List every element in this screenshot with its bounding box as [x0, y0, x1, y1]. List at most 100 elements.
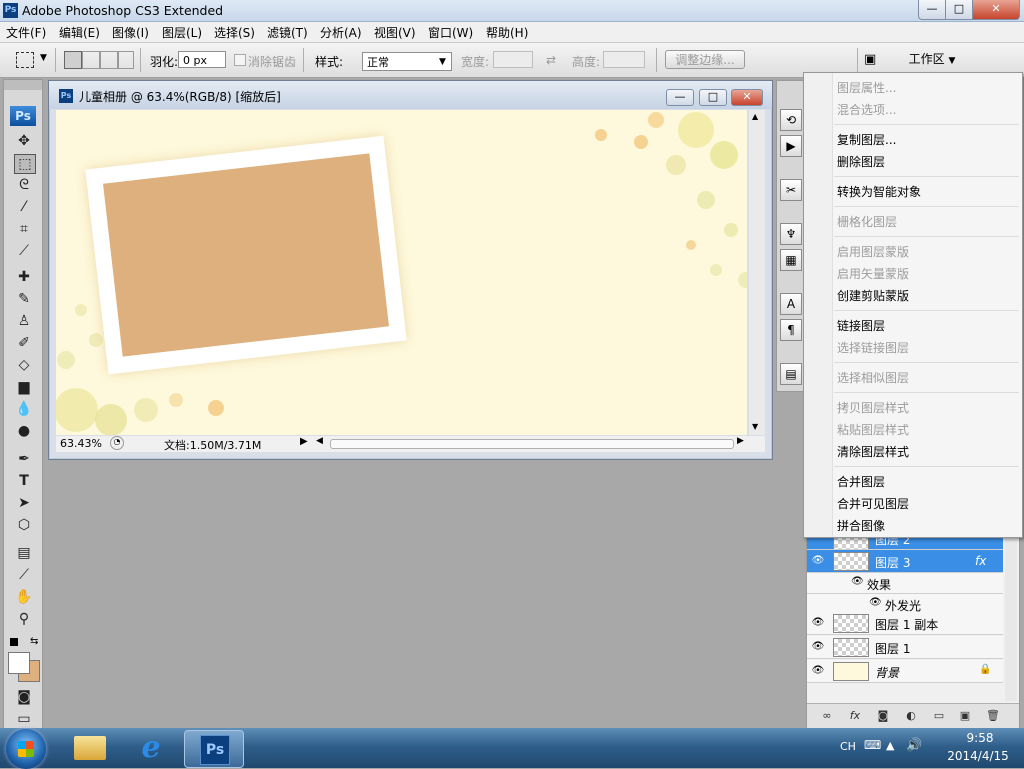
eyedropper-icon[interactable]: ⟋: [14, 566, 34, 584]
screen-mode-icon[interactable]: ▭: [14, 710, 34, 728]
menu-item-duplicate-layer[interactable]: 复制图层...: [837, 131, 896, 148]
menu-analysis[interactable]: 分析(A): [320, 24, 362, 41]
doc-minimize-button[interactable]: —: [666, 89, 694, 106]
taskbar-ie[interactable]: e: [124, 730, 176, 766]
doc-close-button[interactable]: ✕: [731, 89, 763, 106]
volume-icon[interactable]: 🔊: [906, 738, 922, 753]
new-group-icon[interactable]: ▭: [931, 708, 947, 724]
character-panel-icon[interactable]: A: [780, 293, 802, 315]
intersect-selection-icon[interactable]: [118, 51, 134, 69]
marquee-tool-preset-icon[interactable]: [16, 52, 34, 68]
horizontal-scroll-thumb[interactable]: [330, 439, 734, 449]
swap-icon[interactable]: ⇄: [546, 53, 556, 67]
slice-tool-icon[interactable]: ⟋: [14, 242, 34, 260]
brush-tool-icon[interactable]: ✎: [14, 290, 34, 308]
menu-select[interactable]: 选择(S): [214, 24, 255, 41]
refine-edge-button[interactable]: 调整边缘...: [665, 50, 745, 69]
tray-arrow-icon[interactable]: ▲: [886, 739, 894, 752]
menu-item-create-clipping-mask[interactable]: 创建剪贴蒙版: [837, 287, 909, 304]
history-panel-icon[interactable]: ⟲: [780, 109, 802, 131]
menu-item-link-layers[interactable]: 链接图层: [837, 317, 885, 334]
swap-colors-icon[interactable]: ⇆: [30, 636, 38, 647]
layer-row[interactable]: 👁 图层 1 副本: [807, 612, 1003, 635]
clone-stamp-icon[interactable]: ♙: [14, 312, 34, 330]
file-browser-icon[interactable]: ▣: [864, 52, 886, 68]
menu-item-clear-layer-style[interactable]: 清除图层样式: [837, 443, 909, 460]
status-info-icon[interactable]: ◔: [110, 436, 124, 450]
menu-item-copy-layer-style[interactable]: 拷贝图层样式: [837, 399, 909, 416]
foreground-color-swatch[interactable]: [8, 652, 30, 674]
pen-tool-icon[interactable]: ✒: [14, 450, 34, 468]
subtract-selection-icon[interactable]: [100, 51, 118, 69]
notes-tool-icon[interactable]: ▤: [14, 544, 34, 562]
menu-view[interactable]: 视图(V): [374, 24, 416, 41]
path-selection-icon[interactable]: ➤: [14, 494, 34, 512]
scroll-left-icon[interactable]: ◀: [316, 436, 323, 446]
height-input[interactable]: [603, 51, 645, 68]
type-tool-icon[interactable]: T: [14, 472, 34, 490]
layer-row[interactable]: 👁 图层 1: [807, 636, 1003, 659]
layer-row[interactable]: 图层 2: [807, 537, 1003, 550]
toolbox-grip[interactable]: [4, 80, 42, 90]
taskbar-photoshop-active[interactable]: Ps: [184, 730, 244, 768]
marquee-tool-icon[interactable]: ⬚: [14, 154, 36, 174]
eye-icon[interactable]: 👁: [811, 664, 825, 678]
document-titlebar[interactable]: Ps 儿童相册 @ 63.4%(RGB/8) [缩放后] — □ ✕: [49, 81, 772, 109]
gradient-tool-icon[interactable]: ▆: [14, 378, 34, 396]
zoom-tool-icon[interactable]: ⚲: [14, 610, 34, 628]
menu-item-select-similar-layers[interactable]: 选择相似图层: [837, 369, 909, 386]
menu-image[interactable]: 图像(I): [112, 24, 149, 41]
menu-edit[interactable]: 编辑(E): [59, 24, 100, 41]
scroll-down-icon[interactable]: ▼: [752, 422, 758, 431]
magic-wand-icon[interactable]: ⁄: [14, 198, 34, 216]
quick-mask-icon[interactable]: ◙: [14, 688, 34, 706]
menu-item-enable-layer-mask[interactable]: 启用图层蒙版: [837, 243, 909, 260]
maximize-button[interactable]: □: [945, 0, 973, 20]
history-brush-icon[interactable]: ✐: [14, 334, 34, 352]
minimize-button[interactable]: —: [918, 0, 946, 20]
eye-icon[interactable]: 👁: [851, 576, 864, 587]
layer-comps-icon[interactable]: ▤: [780, 363, 802, 385]
taskbar-explorer[interactable]: [64, 730, 116, 766]
start-button[interactable]: [6, 729, 46, 769]
style-select[interactable]: 正常 ▼: [362, 52, 452, 71]
layer-row-selected[interactable]: 👁 图层 3 fx: [807, 550, 1003, 573]
menu-filter[interactable]: 滤镜(T): [267, 24, 308, 41]
ps-logo[interactable]: Ps: [10, 106, 36, 126]
menu-file[interactable]: 文件(F): [6, 24, 46, 41]
tool-presets-icon[interactable]: ✂: [780, 179, 802, 201]
shape-tool-icon[interactable]: ⬡: [14, 516, 34, 534]
clock-date[interactable]: 2014/4/15: [940, 749, 1016, 763]
new-selection-icon[interactable]: [64, 51, 82, 69]
language-indicator[interactable]: CH: [840, 740, 856, 753]
clone-source-icon[interactable]: ▦: [780, 249, 802, 271]
antialias-checkbox[interactable]: [234, 54, 246, 66]
status-menu-arrow-icon[interactable]: ▶: [300, 436, 308, 447]
workspace-button[interactable]: 工作区 ▼: [896, 50, 968, 69]
fx-badge[interactable]: fx: [975, 554, 986, 568]
menu-window[interactable]: 窗口(W): [428, 24, 473, 41]
feather-input[interactable]: 0 px: [178, 51, 226, 68]
clock-time[interactable]: 9:58: [950, 731, 1010, 745]
paragraph-panel-icon[interactable]: ¶: [780, 319, 802, 341]
close-button[interactable]: ✕: [972, 0, 1020, 20]
document-canvas[interactable]: [56, 110, 747, 435]
menu-layer[interactable]: 图层(L): [162, 24, 202, 41]
healing-brush-icon[interactable]: ✚: [14, 268, 34, 286]
vertical-scrollbar[interactable]: ▲ ▼: [749, 110, 765, 435]
actions-panel-icon[interactable]: ▶: [780, 135, 802, 157]
brushes-panel-icon[interactable]: ♆: [780, 223, 802, 245]
eye-icon[interactable]: 👁: [811, 616, 825, 630]
add-mask-icon[interactable]: ◙: [875, 708, 891, 724]
layers-scrollbar[interactable]: [1005, 537, 1017, 701]
scroll-up-icon[interactable]: ▲: [752, 112, 758, 121]
menu-item-rasterize-layer[interactable]: 栅格化图层: [837, 213, 897, 230]
eye-icon[interactable]: 👁: [811, 640, 825, 654]
menu-help[interactable]: 帮助(H): [486, 24, 528, 41]
crop-tool-icon[interactable]: ⌗: [14, 220, 34, 238]
blur-tool-icon[interactable]: 💧: [14, 400, 34, 418]
layer-row-background[interactable]: 👁 背景 🔒: [807, 660, 1003, 683]
eye-icon[interactable]: 👁: [811, 554, 825, 568]
width-input[interactable]: [493, 51, 533, 68]
menu-item-enable-vector-mask[interactable]: 启用矢量蒙版: [837, 265, 909, 282]
